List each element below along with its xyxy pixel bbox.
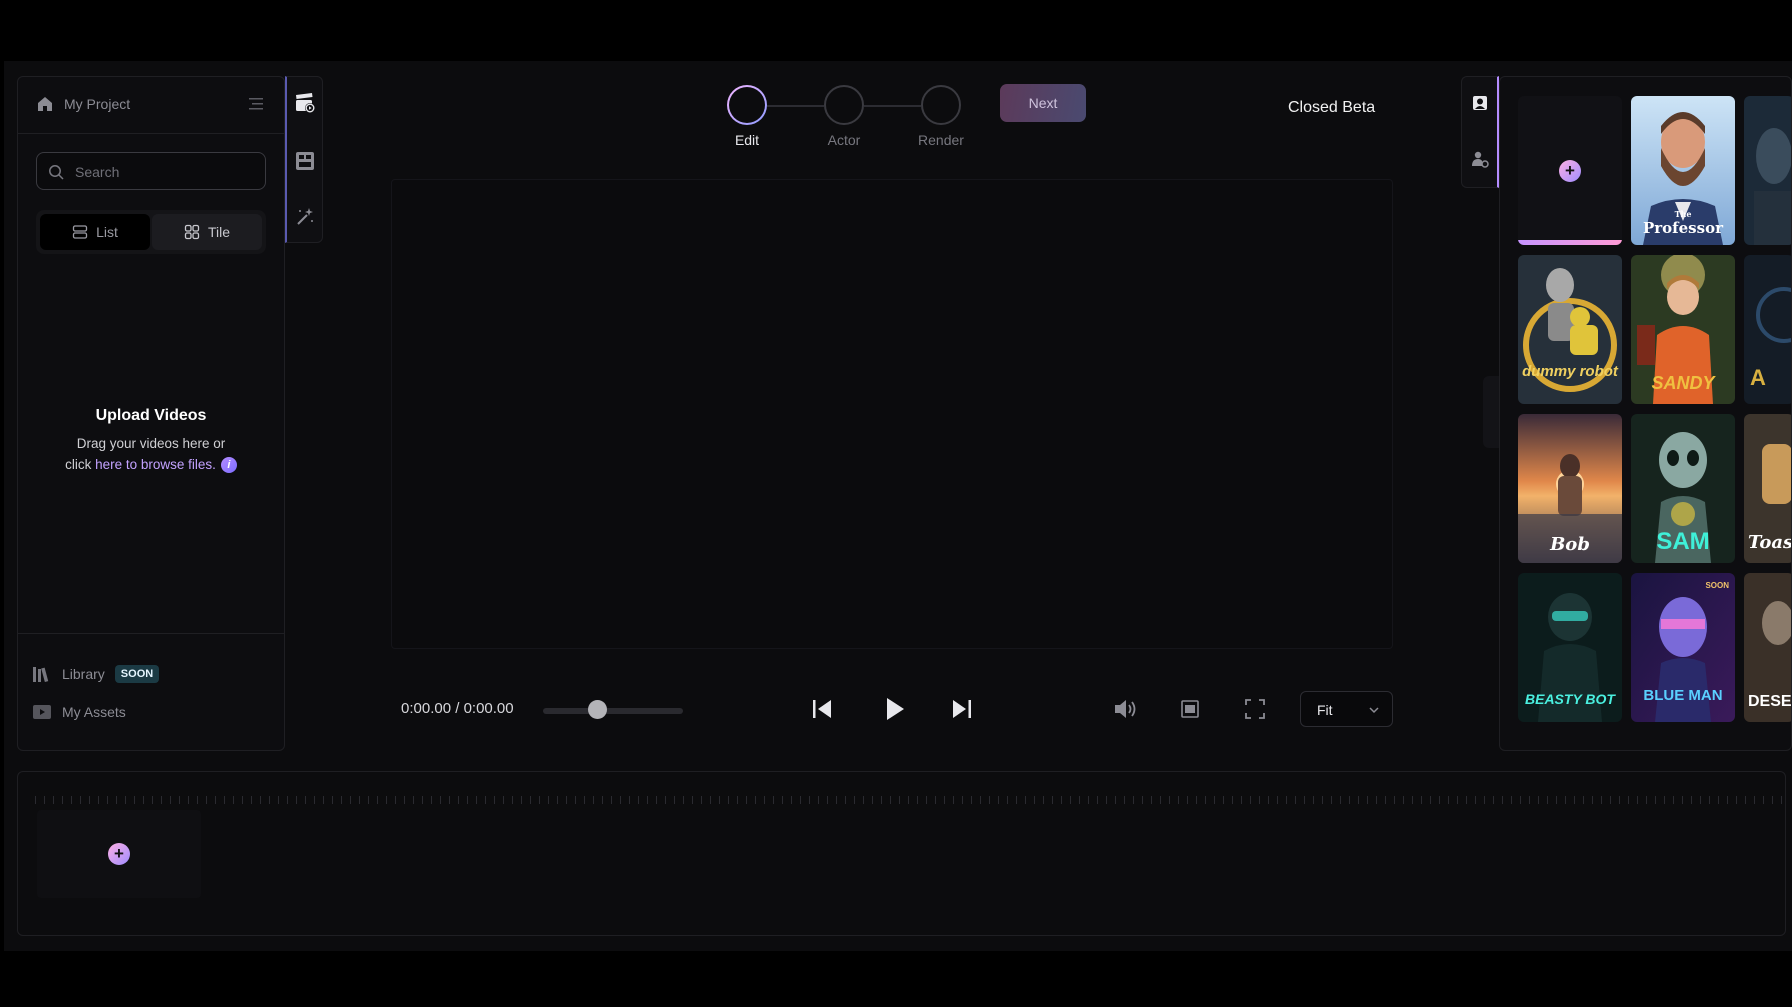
menu-icon[interactable] [247, 96, 265, 112]
actor-card-beasty-bot[interactable]: BEASTY BOT [1518, 573, 1622, 722]
info-icon[interactable]: i [220, 457, 237, 474]
panel-divider [18, 633, 284, 634]
play-icon[interactable] [879, 694, 909, 724]
aspect-icon[interactable] [1175, 694, 1205, 724]
library-item[interactable]: Library SOON [32, 663, 160, 685]
soon-tag: SOON [1705, 581, 1729, 590]
list-view-button[interactable]: List [40, 214, 150, 250]
actor-name: Bob [1550, 534, 1590, 555]
scrub-handle[interactable] [588, 700, 608, 719]
library-icon [33, 667, 49, 683]
search-icon [49, 165, 64, 180]
upload-line-2-prefix: click [65, 457, 96, 472]
actor-card-professor[interactable]: The Professor [1631, 96, 1735, 245]
layout-icon[interactable] [293, 149, 317, 173]
step-render-circle[interactable] [921, 85, 961, 125]
actor-rail [1461, 76, 1499, 188]
browse-files-link[interactable]: here to browse files. [95, 457, 216, 472]
actor-name: BEASTY BOT [1525, 691, 1615, 707]
upload-line-1: Drag your videos here or [76, 436, 226, 451]
actor-name: SAM [1656, 528, 1710, 555]
chevron-down-icon [1369, 707, 1379, 714]
actor-name: Professor [1643, 219, 1723, 237]
library-label: Library [62, 666, 105, 682]
volume-icon[interactable] [1110, 694, 1140, 724]
tile-view-label: Tile [207, 224, 231, 240]
add-clip-slot[interactable]: + [37, 810, 201, 898]
list-view-label: List [96, 224, 118, 240]
view-toggle: List Tile [36, 210, 266, 254]
actor-card-partial[interactable]: A [1744, 255, 1791, 404]
actor-card-partial[interactable]: Toas [1744, 414, 1792, 563]
scrub-slider[interactable] [543, 708, 683, 714]
panel-collapse-handle[interactable] [1483, 376, 1499, 448]
step-actor-circle[interactable] [824, 85, 864, 125]
project-header: My Project [18, 77, 284, 134]
fit-value: Fit [1317, 702, 1333, 718]
step-edit-circle[interactable] [727, 85, 767, 125]
skip-forward-icon[interactable] [947, 694, 977, 724]
home-icon[interactable] [36, 95, 54, 113]
actor-card-blue-man[interactable]: SOON BLUE MAN [1631, 573, 1735, 722]
next-button[interactable]: Next [1000, 84, 1086, 122]
actor-name: DESE [1748, 693, 1792, 710]
actor-settings-icon[interactable] [1470, 149, 1490, 169]
actor-name: dummy robot [1522, 363, 1618, 380]
actor-name: BLUE MAN [1643, 687, 1723, 704]
search-input[interactable] [73, 161, 257, 183]
project-title: My Project [64, 96, 131, 112]
actor-card-partial[interactable] [1744, 96, 1791, 245]
beta-label: Closed Beta [1288, 99, 1376, 116]
timeline[interactable]: + [17, 771, 1786, 936]
step-connector [767, 105, 824, 107]
plus-icon: + [1559, 160, 1581, 182]
actor-card-partial[interactable]: DESE [1744, 573, 1792, 722]
step-connector [864, 105, 921, 107]
actor-card-bob[interactable]: Bob [1518, 414, 1622, 563]
actor-name-small: The [1674, 209, 1692, 219]
actor-card-sandy[interactable]: SANDY [1631, 255, 1735, 404]
tile-view-button[interactable]: Tile [152, 214, 262, 250]
fullscreen-icon[interactable] [1240, 694, 1270, 724]
time-separator: / [455, 700, 460, 717]
actor-icon[interactable] [1470, 93, 1490, 113]
magic-wand-icon[interactable] [293, 205, 317, 229]
selected-indicator [1518, 240, 1622, 245]
step-render-label: Render [918, 132, 964, 148]
actor-name: SANDY [1651, 373, 1715, 393]
upload-title: Upload Videos [95, 407, 207, 424]
step-edit-label: Edit [734, 132, 760, 148]
add-actor-card[interactable]: + [1518, 96, 1622, 245]
actor-name: A [1750, 365, 1766, 390]
preview-canvas[interactable] [391, 179, 1393, 649]
actor-card-dummy-robot[interactable]: dummy robot [1518, 255, 1622, 404]
my-assets-label: My Assets [62, 704, 126, 720]
plus-icon: + [108, 843, 130, 865]
dummy-robot-portrait [1518, 255, 1622, 404]
skip-back-icon[interactable] [807, 694, 837, 724]
video-icon [33, 705, 51, 719]
tile-icon [184, 224, 200, 240]
timeline-ruler [35, 796, 1785, 804]
media-panel: My Project List T [17, 76, 285, 751]
fit-dropdown[interactable]: Fit [1300, 691, 1393, 727]
current-time: 0:00.00 [401, 700, 452, 717]
actor-gallery: + The Professor dummy robot SANDY A Bob … [1499, 76, 1792, 751]
total-time: 0:00.00 [463, 700, 514, 717]
list-icon [72, 225, 88, 239]
my-assets-item[interactable]: My Assets [32, 701, 126, 723]
clapperboard-icon[interactable] [293, 91, 317, 115]
actor-card-sam[interactable]: SAM [1631, 414, 1735, 563]
upload-instructions: Drag your videos here or click here to b… [18, 433, 284, 475]
soon-badge: SOON [114, 665, 160, 683]
partial-portrait [1744, 96, 1791, 245]
time-display: 0:00.00 / 0:00.00 [401, 700, 514, 717]
step-actor-label: Actor [827, 132, 861, 148]
actor-name: Toas [1748, 532, 1792, 553]
upload-line-2: click here to browse files. i [18, 454, 284, 475]
search-box [36, 152, 266, 190]
tool-rail [285, 76, 323, 243]
